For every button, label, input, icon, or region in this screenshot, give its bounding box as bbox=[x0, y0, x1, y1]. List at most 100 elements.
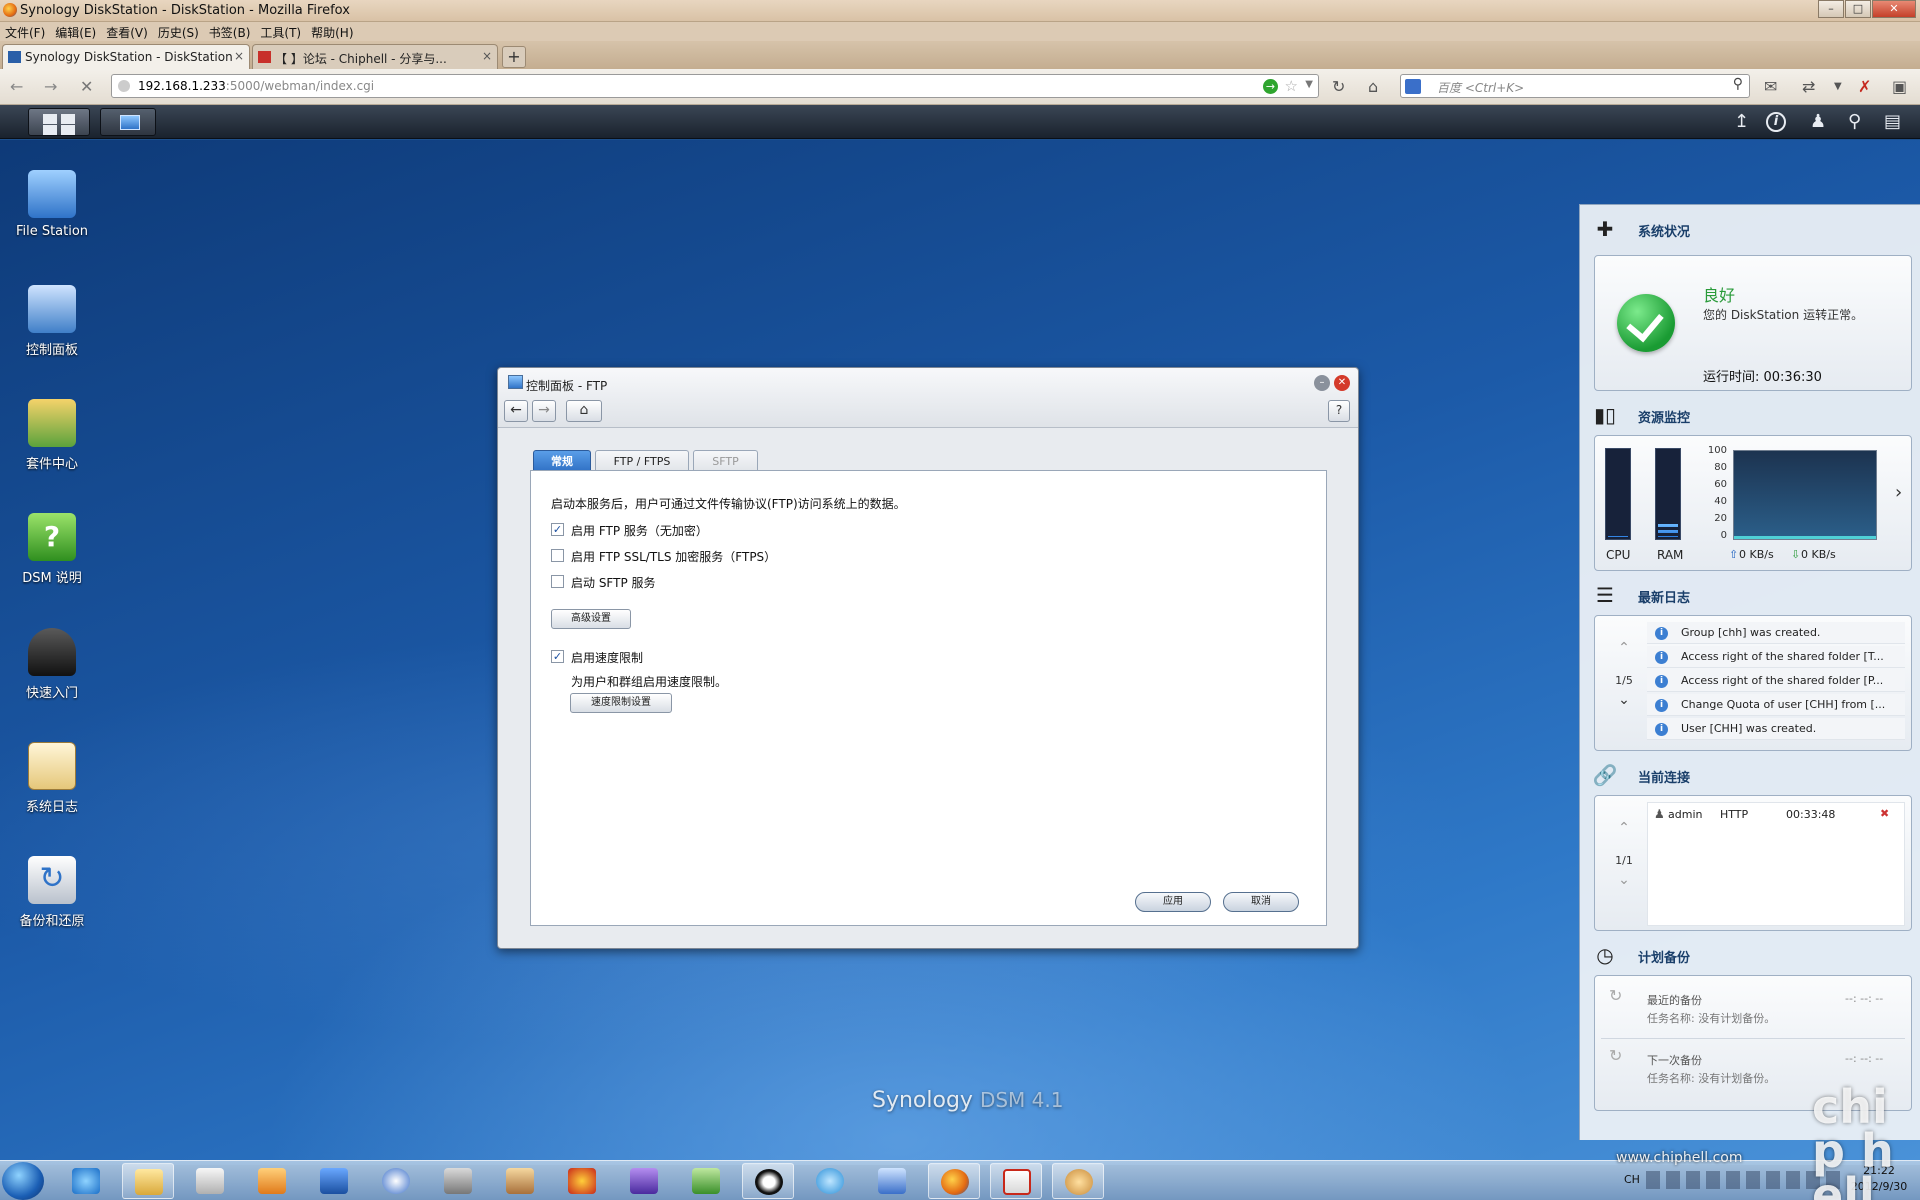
search-bar[interactable]: 百度 <Ctrl+K> ⚲ bbox=[1400, 74, 1750, 98]
url-bar[interactable]: 192.168.1.233:5000/webman/index.cgi → ☆ … bbox=[111, 74, 1319, 98]
home-icon[interactable]: ⌂ bbox=[1368, 77, 1378, 96]
desktop-icon-control-panel[interactable]: 控制面板 bbox=[8, 285, 96, 358]
back-arrow-icon[interactable]: ← bbox=[10, 77, 23, 96]
menu-view[interactable]: 查看(V) bbox=[101, 22, 153, 43]
site-identity-icon[interactable] bbox=[118, 80, 130, 92]
kick-user-icon[interactable]: ✖ bbox=[1880, 807, 1889, 820]
user-icon[interactable]: ♟ bbox=[1810, 112, 1826, 132]
tab-diskstation[interactable]: Synology DiskStation - DiskStation × bbox=[2, 44, 250, 69]
desktop-icon-backup-restore[interactable]: ↻ 备份和还原 bbox=[8, 856, 96, 929]
url-dropdown-icon[interactable]: ▼ bbox=[1305, 79, 1313, 90]
taskbar-paint2[interactable] bbox=[1052, 1163, 1104, 1199]
log-entry[interactable]: i Change Quota of user [CHH] from [... bbox=[1647, 694, 1905, 716]
menu-tools[interactable]: 工具(T) bbox=[255, 22, 306, 43]
desktop-icon-package-center[interactable]: 套件中心 bbox=[8, 399, 96, 472]
ime-indicator[interactable]: CH bbox=[1624, 1173, 1640, 1186]
taskbar-qq[interactable] bbox=[742, 1163, 794, 1199]
widgets-toggle-icon[interactable]: ▤ bbox=[1884, 112, 1901, 132]
desktop-icon-file-station[interactable]: File Station bbox=[8, 170, 96, 239]
cancel-button[interactable]: 取消 bbox=[1223, 892, 1299, 912]
log-entry[interactable]: i User [CHH] was created. bbox=[1647, 718, 1905, 740]
log-entry[interactable]: i Access right of the shared folder [T... bbox=[1647, 646, 1905, 668]
taskbar-network[interactable] bbox=[432, 1163, 484, 1199]
log-entry[interactable]: i Access right of the shared folder [P... bbox=[1647, 670, 1905, 692]
connection-row[interactable]: ♟ admin HTTP 00:33:48 ✖ bbox=[1648, 803, 1904, 825]
enable-sftp-checkbox[interactable] bbox=[551, 575, 564, 588]
forward-arrow-icon[interactable]: → bbox=[44, 77, 57, 96]
taskbar-tool[interactable] bbox=[494, 1163, 546, 1199]
tab-close-icon[interactable]: × bbox=[482, 49, 492, 63]
back-arrow-icon[interactable]: ← bbox=[504, 400, 528, 422]
chevron-down-icon[interactable]: ⌄ bbox=[1609, 872, 1639, 888]
home-icon[interactable]: ⌂ bbox=[566, 400, 602, 422]
mail-icon[interactable]: ✉ bbox=[1764, 77, 1777, 96]
chevron-up-icon[interactable]: ⌃ bbox=[1609, 820, 1639, 836]
taskbar-cpuz[interactable] bbox=[618, 1163, 670, 1199]
close-dialog-icon[interactable]: ✕ bbox=[1334, 375, 1350, 391]
upload-icon[interactable]: ↥ bbox=[1734, 112, 1749, 132]
help-button[interactable]: ? bbox=[1328, 400, 1350, 422]
search-icon[interactable]: ⚲ bbox=[1733, 76, 1743, 92]
taskbar-firefox[interactable] bbox=[928, 1163, 980, 1199]
baidu-engine-icon[interactable] bbox=[1405, 79, 1421, 94]
taskbar-media[interactable] bbox=[246, 1163, 298, 1199]
desktop-icon-quick-start[interactable]: 快速入门 bbox=[8, 628, 96, 701]
system-status-box: 良好 您的 DiskStation 运转正常。 运行时间: 00:36:30 bbox=[1594, 255, 1912, 391]
chevron-down-icon[interactable]: ⌄ bbox=[1609, 692, 1639, 708]
info-icon[interactable]: i bbox=[1766, 112, 1786, 132]
close-window-button[interactable]: ✕ bbox=[1872, 0, 1916, 18]
menu-history[interactable]: 历史(S) bbox=[153, 22, 204, 43]
play-icon bbox=[382, 1168, 410, 1194]
desktop-icon-system-log[interactable]: 系统日志 bbox=[8, 742, 96, 815]
taskbar-photos[interactable] bbox=[680, 1163, 732, 1199]
go-icon[interactable]: → bbox=[1263, 79, 1278, 94]
taskbar-paint[interactable] bbox=[184, 1163, 236, 1199]
apply-button[interactable]: 应用 bbox=[1135, 892, 1211, 912]
addon-red-icon[interactable]: ✗ bbox=[1858, 77, 1871, 96]
minimize-button[interactable]: – bbox=[1818, 0, 1844, 18]
desktop-icon-dsm-help[interactable]: ? DSM 说明 bbox=[8, 513, 96, 586]
tab-close-icon[interactable]: × bbox=[234, 49, 244, 63]
enable-speed-limit-checkbox[interactable]: ✓ bbox=[551, 650, 564, 663]
show-desktop-button[interactable] bbox=[28, 108, 90, 136]
tab-chiphell[interactable]: 【 】论坛 - Chiphell - 分享与... × bbox=[252, 44, 498, 69]
sync-icon[interactable]: ⇄ bbox=[1802, 77, 1815, 96]
enable-ftps-checkbox[interactable] bbox=[551, 549, 564, 562]
taskbar-chat[interactable] bbox=[804, 1163, 856, 1199]
chevron-up-icon[interactable]: ⌃ bbox=[1609, 640, 1639, 656]
minimize-dialog-icon[interactable]: – bbox=[1314, 375, 1330, 391]
stop-loading-icon[interactable]: ✕ bbox=[80, 77, 93, 96]
log-entry[interactable]: i Group [chh] was created. bbox=[1647, 622, 1905, 644]
reload-icon[interactable]: ↻ bbox=[1332, 77, 1345, 96]
menu-bookmarks[interactable]: 书签(B) bbox=[204, 22, 256, 43]
fullscreen-icon[interactable]: ▣ bbox=[1892, 77, 1907, 96]
log-text: Change Quota of user [CHH] from [... bbox=[1681, 698, 1886, 711]
enable-speed-limit-label: 启用速度限制 bbox=[571, 651, 644, 665]
bookmark-star-icon[interactable]: ☆ bbox=[1285, 77, 1298, 95]
taskbar-player[interactable] bbox=[370, 1163, 422, 1199]
maximize-button[interactable]: □ bbox=[1845, 0, 1871, 18]
chevron-right-icon[interactable]: › bbox=[1895, 482, 1902, 503]
start-button[interactable] bbox=[2, 1162, 44, 1200]
taskbar-explorer[interactable] bbox=[122, 1163, 174, 1199]
taskbar-furmark[interactable] bbox=[556, 1163, 608, 1199]
taskbar-remote[interactable] bbox=[866, 1163, 918, 1199]
new-tab-button[interactable]: + bbox=[502, 46, 526, 68]
menu-help[interactable]: 帮助(H) bbox=[306, 22, 358, 43]
menu-edit[interactable]: 编辑(E) bbox=[50, 22, 101, 43]
advanced-settings-button[interactable]: 高级设置 bbox=[551, 609, 631, 629]
control-panel-window-button[interactable] bbox=[100, 108, 156, 136]
search-icon[interactable]: ⚲ bbox=[1848, 112, 1861, 132]
cpu-label: CPU bbox=[1606, 548, 1631, 562]
enable-ftp-checkbox[interactable]: ✓ bbox=[551, 523, 564, 536]
connection-page-indicator: 1/1 bbox=[1615, 854, 1633, 867]
taskbar-ie[interactable] bbox=[60, 1163, 112, 1199]
taskbar-acrobat[interactable] bbox=[990, 1163, 1042, 1199]
menu-file[interactable]: 文件(F) bbox=[0, 22, 50, 43]
speed-limit-settings-button[interactable]: 速度限制设置 bbox=[570, 693, 672, 713]
link-icon: 🔗 bbox=[1592, 763, 1618, 787]
toolbar-dropdown-icon[interactable]: ▼ bbox=[1834, 81, 1842, 92]
taskbar-app[interactable] bbox=[308, 1163, 360, 1199]
upload-arrow-icon: ⇧ bbox=[1729, 548, 1739, 561]
forward-arrow-icon[interactable]: → bbox=[532, 400, 556, 422]
